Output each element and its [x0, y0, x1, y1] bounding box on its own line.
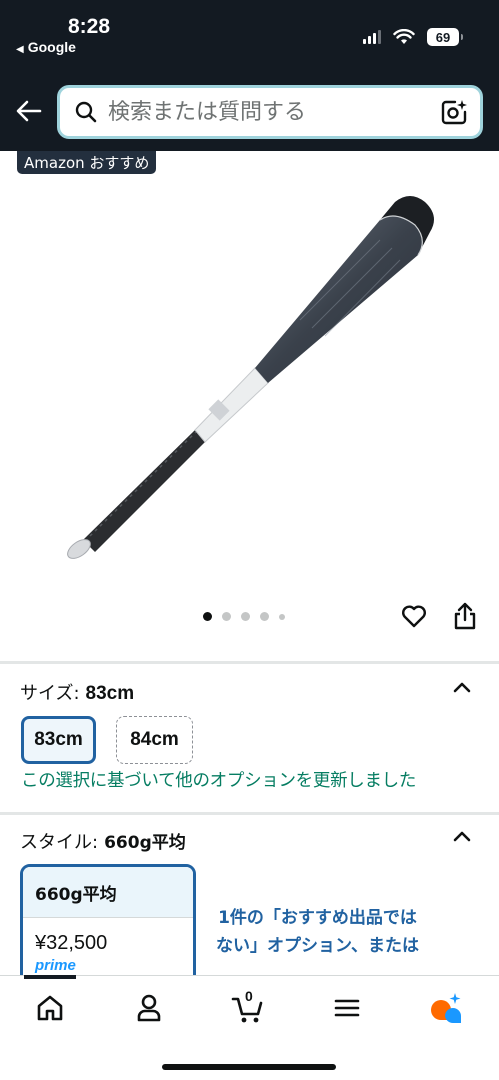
dot-3[interactable] [241, 612, 250, 621]
wifi-icon [393, 29, 415, 44]
style-selected-value: 660g平均 [104, 833, 186, 853]
size-option-84cm[interactable]: 84cm [116, 716, 193, 764]
account-icon[interactable] [131, 990, 167, 1026]
search-icon [75, 101, 97, 123]
style-card-price: ¥32,500 [35, 932, 108, 954]
section-divider [0, 812, 499, 815]
size-update-note: この選択に基づいて他のオプションを更新しました [21, 771, 417, 791]
search-box[interactable] [57, 85, 483, 139]
baseball-bat-image[interactable] [50, 180, 450, 580]
dot-4[interactable] [260, 612, 269, 621]
signal-icon [363, 30, 381, 44]
size-option-83cm[interactable]: 83cm [21, 716, 96, 764]
size-collapse-chevron-icon[interactable] [451, 680, 473, 694]
back-to-app-link[interactable]: ◀ Google [16, 39, 76, 55]
cart-count: 0 [245, 988, 253, 1004]
heart-icon[interactable] [400, 602, 428, 630]
style-label: スタイル: 660g平均 [20, 828, 186, 854]
status-time: 8:28 [68, 15, 111, 38]
camera-icon[interactable] [440, 98, 468, 126]
size-label-text: サイズ: [20, 683, 80, 704]
back-app-label: Google [27, 39, 76, 55]
home-icon[interactable] [32, 990, 68, 1026]
size-selected-value: 83cm [85, 683, 135, 704]
battery-icon: 69 [427, 28, 463, 46]
dot-2[interactable] [222, 612, 231, 621]
prime-badge: prime [35, 957, 76, 974]
style-card-title: 660g平均 [23, 867, 193, 918]
search-input[interactable] [108, 99, 428, 125]
section-divider [0, 661, 499, 664]
style-label-text: スタイル: [20, 832, 99, 853]
share-icon[interactable] [452, 601, 478, 631]
back-arrow-icon[interactable] [14, 96, 44, 126]
style-collapse-chevron-icon[interactable] [451, 829, 473, 843]
status-icons: 69 [363, 28, 463, 46]
dot-5[interactable] [279, 613, 285, 620]
rufus-icon[interactable] [427, 990, 463, 1026]
dot-1[interactable] [203, 612, 212, 621]
non-recommended-options-link[interactable]: 1件の「おすすめ出品ではない」オプション、または [215, 904, 420, 960]
image-pagination-dots[interactable] [203, 612, 285, 621]
active-tab-indicator [24, 975, 76, 979]
menu-icon[interactable] [329, 990, 365, 1026]
home-indicator [162, 1064, 336, 1070]
back-triangle-icon: ◀ [16, 44, 24, 55]
top-bar: 8:28 ◀ Google 69 [0, 0, 499, 151]
size-label: サイズ: 83cm [20, 679, 134, 705]
amazon-recommended-badge: Amazon おすすめ [17, 151, 157, 174]
